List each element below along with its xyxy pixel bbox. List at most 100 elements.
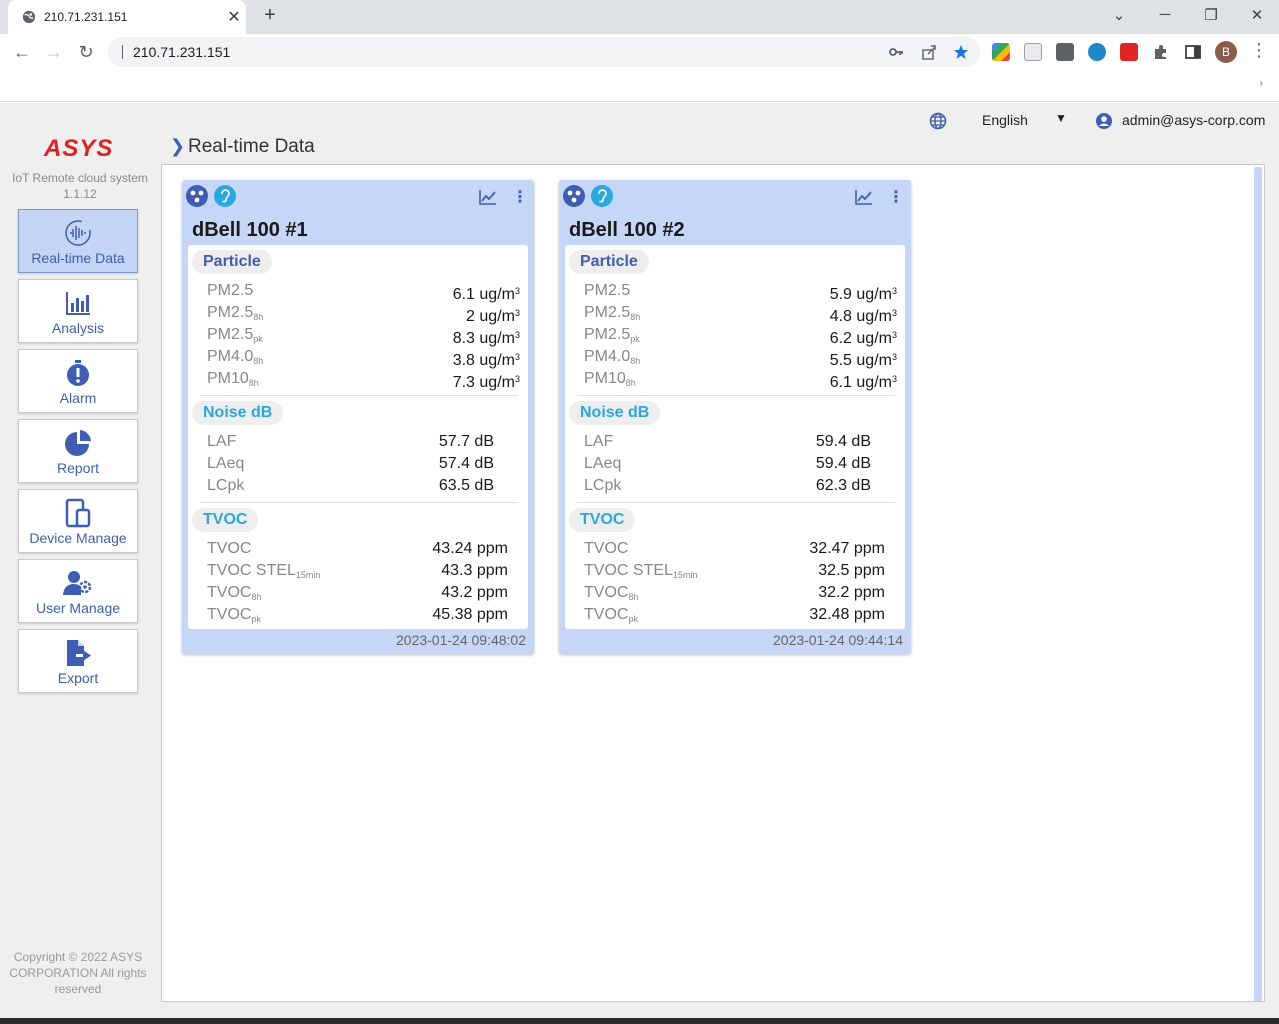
bookmarks-chevron-icon[interactable]: ›: [1260, 78, 1263, 89]
tab-search-chevron-icon[interactable]: ⌄: [1107, 6, 1131, 24]
ear-noise-icon[interactable]: [591, 185, 613, 207]
sidebar-item-label: Export: [57, 670, 99, 686]
extension-translate-icon[interactable]: [1024, 43, 1042, 61]
bar-chart-icon: [66, 292, 90, 315]
metric-name: LAeq: [207, 455, 245, 472]
chevron-down-icon[interactable]: ▼: [1055, 111, 1067, 125]
metric-value: 3.8 ug/m3: [452, 352, 520, 369]
sidebar-item-label: Real-time Data: [31, 250, 125, 266]
metric-name: LAF: [207, 433, 237, 450]
address-separator: [122, 45, 123, 59]
metric-value: 32.2 ppm: [818, 584, 885, 601]
particle-sensor-icon[interactable]: [186, 185, 208, 207]
metric-value: 43.2 ppm: [441, 584, 508, 601]
forward-arrow-icon[interactable]: →: [42, 40, 66, 64]
tab-close-icon[interactable]: ✕: [222, 7, 246, 27]
sidebar-item-label: Analysis: [51, 320, 105, 336]
metric-name: PM2.58h: [584, 304, 641, 322]
metric-name: PM2.5: [207, 282, 254, 299]
particle-sensor-icon[interactable]: [563, 185, 585, 207]
tab-title: 210.71.231.151: [44, 10, 128, 24]
side-panel-icon[interactable]: [1184, 43, 1202, 61]
trend-chart-icon[interactable]: [479, 189, 497, 205]
metric-value: 57.7 dB: [438, 433, 494, 450]
metric-name: PM4.08h: [584, 348, 641, 366]
section-particle-label: Particle: [192, 250, 272, 274]
extensions-puzzle-icon[interactable]: [1152, 43, 1170, 61]
browser-tab[interactable]: 210.71.231.151 ✕: [8, 0, 246, 34]
sidebar-item-label: Device Manage: [29, 530, 127, 546]
metric-name: LAF: [584, 433, 614, 450]
metric-name: PM108h: [584, 370, 636, 388]
metric-value: 59.4 dB: [815, 433, 871, 450]
metric-value: 4.8 ug/m3: [829, 308, 897, 325]
metric-value: 6.2 ug/m3: [829, 330, 897, 347]
asys-logo: ASYS: [44, 135, 114, 162]
device-timestamp: 2023-01-24 09:48:02: [396, 632, 526, 648]
sidebar-item-user-manage[interactable]: User Manage: [18, 559, 138, 623]
language-select[interactable]: English: [982, 112, 1028, 128]
globe-icon[interactable]: [929, 112, 947, 130]
trend-chart-icon[interactable]: [855, 189, 873, 205]
metric-name: PM2.58h: [207, 304, 264, 322]
metric-name: TVOCpk: [584, 606, 638, 624]
new-tab-button[interactable]: +: [258, 4, 282, 27]
sidebar-item-alarm[interactable]: Alarm: [18, 349, 138, 413]
section-divider: [577, 502, 895, 503]
sidebar-item-label: Report: [56, 460, 100, 476]
window-close-icon[interactable]: ✕: [1245, 6, 1269, 24]
ear-noise-icon[interactable]: [214, 185, 236, 207]
scrollbar[interactable]: [1254, 167, 1262, 1001]
sidebar-item-device-manage[interactable]: Device Manage: [18, 489, 138, 553]
address-url[interactable]: 210.71.231.151: [133, 44, 230, 60]
user-account[interactable]: admin@asys-corp.com: [1122, 112, 1265, 128]
restore-icon[interactable]: ❐: [1199, 6, 1223, 24]
metric-name: PM2.5pk: [584, 326, 640, 344]
metric-value: 63.5 dB: [438, 477, 494, 494]
sidebar-item-export[interactable]: Export: [18, 629, 138, 693]
metric-value: 2 ug/m3: [466, 308, 520, 325]
section-divider: [200, 502, 518, 503]
metric-name: LAeq: [584, 455, 622, 472]
metric-name: PM108h: [207, 370, 259, 388]
minimize-icon[interactable]: ─: [1153, 6, 1177, 23]
extension-chat-icon[interactable]: [1088, 43, 1106, 61]
address-bar[interactable]: 210.71.231.151: [108, 37, 980, 67]
reload-icon[interactable]: ↻: [74, 40, 98, 64]
sidebar-item-realtime-data[interactable]: Real-time Data: [18, 209, 138, 273]
metric-value: 43.24 ppm: [432, 540, 508, 557]
sidebar-item-report[interactable]: Report: [18, 419, 138, 483]
device-card: ⋮ dBell 100 #1 Particle PM2.5 6.1 ug/m3 …: [182, 180, 534, 654]
sidebar-item-analysis[interactable]: Analysis: [18, 279, 138, 343]
more-menu-icon[interactable]: ⋮: [888, 187, 904, 207]
bookmark-star-icon[interactable]: [953, 44, 969, 60]
metric-value: 59.4 dB: [815, 455, 871, 472]
system-name: IoT Remote cloud system 1.1.12: [8, 170, 152, 202]
file-export-icon: [67, 640, 91, 666]
section-noise-label: Noise dB: [569, 401, 661, 425]
more-menu-icon[interactable]: ⋮: [512, 187, 528, 207]
device-card: ⋮ dBell 100 #2 Particle PM2.5 5.9 ug/m3 …: [559, 180, 911, 654]
extension-screen-icon[interactable]: [1056, 43, 1074, 61]
user-avatar-icon[interactable]: [1096, 113, 1112, 129]
section-divider: [577, 395, 895, 396]
profile-avatar[interactable]: B: [1215, 41, 1237, 63]
metric-name: TVOC8h: [584, 584, 639, 602]
browser-toolbar: ← → ↻ 210.71.231.151 B ⋮: [0, 34, 1279, 70]
metric-name: PM2.5pk: [207, 326, 263, 344]
bookmarks-bar: ›: [0, 70, 1279, 102]
sidebar-item-label: User Manage: [35, 600, 121, 616]
metric-value: 5.5 ug/m3: [829, 352, 897, 369]
back-arrow-icon[interactable]: ←: [10, 40, 34, 64]
key-icon[interactable]: [888, 44, 904, 60]
extension-red-icon[interactable]: [1120, 43, 1138, 61]
share-icon[interactable]: [921, 44, 937, 60]
window-bottom-edge: [0, 1018, 1279, 1024]
globe-icon: [22, 10, 36, 24]
metric-value: 43.3 ppm: [441, 562, 508, 579]
browser-menu-icon[interactable]: ⋮: [1250, 40, 1268, 61]
extension-google-icon[interactable]: [992, 43, 1010, 61]
sidebar-item-label: Alarm: [59, 390, 97, 406]
section-divider: [200, 395, 518, 396]
system-name-text: IoT Remote cloud system: [12, 171, 148, 185]
